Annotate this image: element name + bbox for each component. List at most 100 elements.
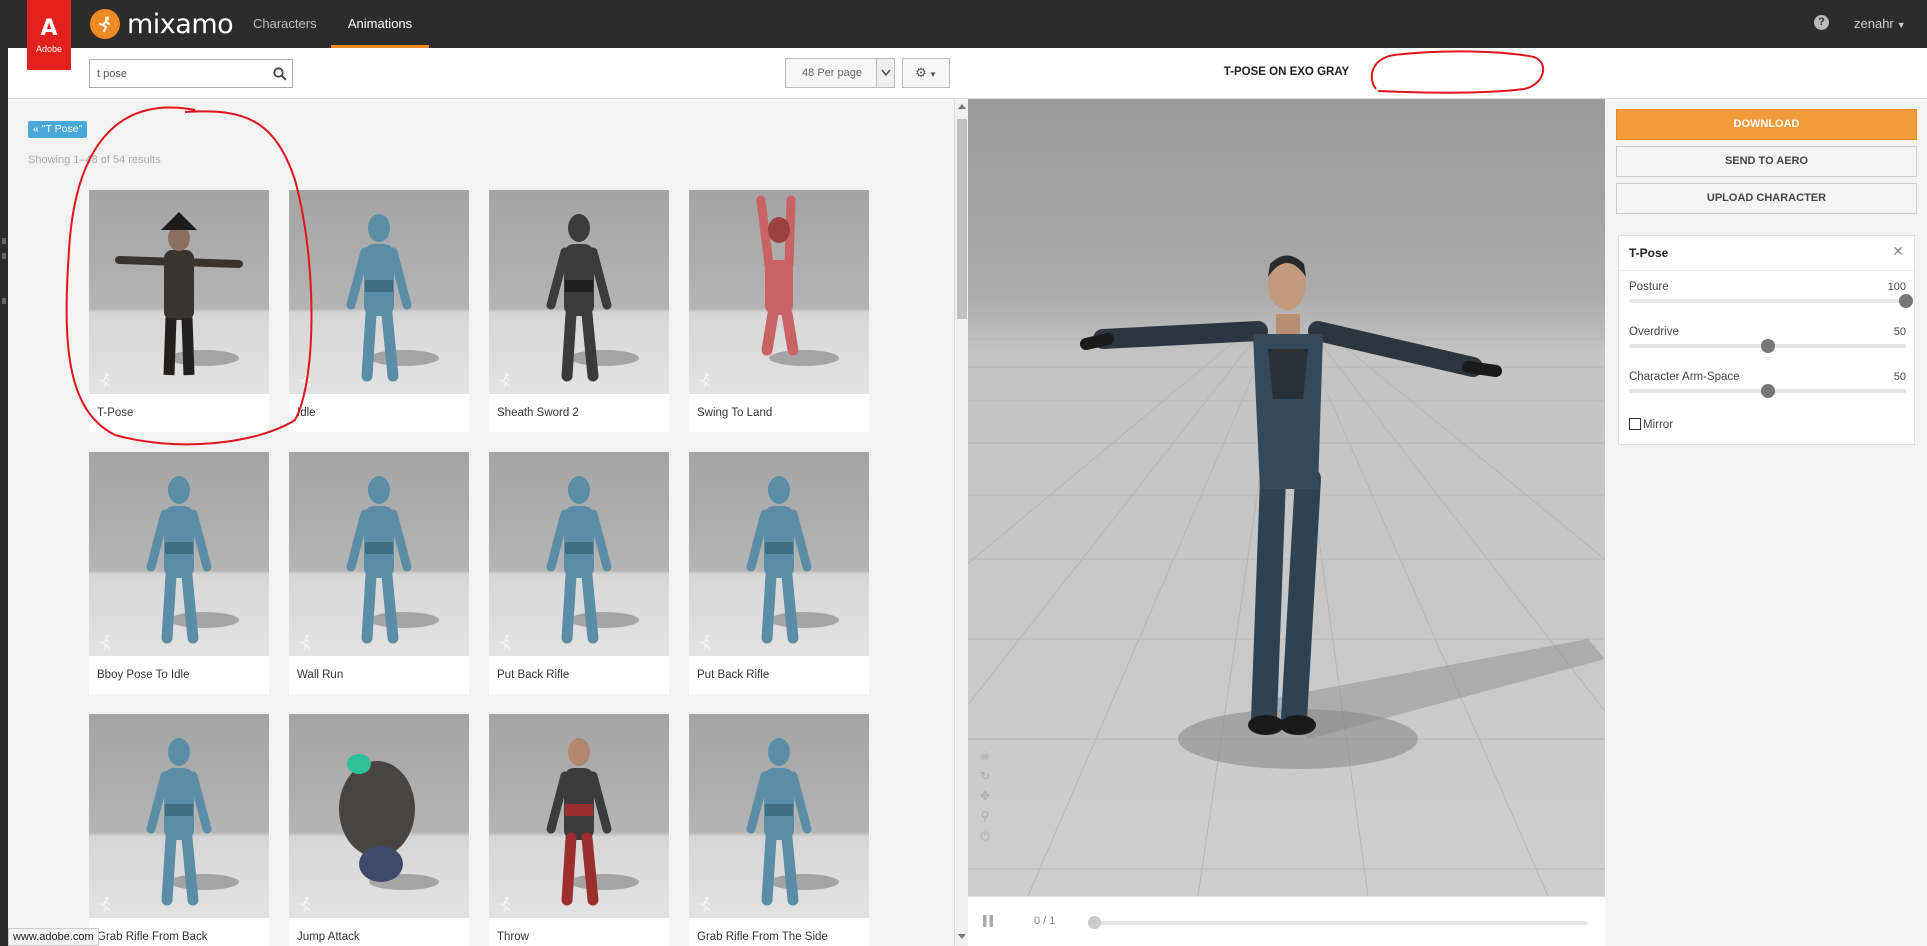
tab-characters[interactable]: Characters	[253, 0, 317, 48]
mirror-checkbox[interactable]: Mirror	[1629, 418, 1673, 431]
slider-posture[interactable]: Posture 100	[1629, 281, 1913, 321]
upload-character-button[interactable]: UPLOAD CHARACTER	[1616, 183, 1917, 214]
slider-track[interactable]	[1629, 339, 1906, 353]
user-menu[interactable]: zenahr ▼	[1854, 0, 1906, 48]
running-man-icon	[99, 634, 110, 650]
adobe-logo[interactable]: A Adobe	[27, 0, 71, 70]
per-page-select[interactable]: 48 Per page	[785, 58, 895, 88]
chevron-down-icon[interactable]	[876, 59, 894, 87]
character-model	[1080, 255, 1502, 735]
animation-card[interactable]: Grab Rifle From The Side	[689, 714, 869, 946]
animation-thumbnail[interactable]	[89, 190, 269, 394]
animation-card[interactable]: Swing To Land	[689, 190, 869, 432]
help-icon[interactable]: ?	[1814, 15, 1829, 30]
chevron-down-icon: ▼	[1896, 20, 1906, 30]
animation-card-label: Grab Rifle From Back	[97, 931, 208, 943]
animation-card[interactable]: Jump Attack	[289, 714, 469, 946]
running-man-icon	[699, 896, 710, 912]
results-count: Showing 1–48 of 54 results	[28, 154, 161, 166]
scrollbar[interactable]	[954, 99, 968, 946]
checkbox-icon[interactable]	[1629, 418, 1641, 430]
animation-thumbnail[interactable]	[689, 714, 869, 918]
close-icon[interactable]: ✕	[1892, 243, 1904, 260]
animation-card-label: Wall Run	[297, 669, 344, 681]
animation-card[interactable]: Throw	[489, 714, 669, 946]
top-nav: mixamo Characters Animations ? zenahr ▼	[0, 0, 1927, 48]
pan-icon[interactable]: ✥	[978, 789, 992, 803]
pause-icon	[983, 915, 993, 927]
viewport-tools: ☠ ↻ ✥ ⚲ ⏻	[978, 749, 992, 849]
viewer-header: T-POSE ON EXO GRAY	[968, 48, 1927, 99]
animation-thumbnail[interactable]	[489, 714, 669, 918]
running-man-icon	[299, 896, 310, 912]
slider-value: 50	[1893, 371, 1906, 383]
animation-thumbnail[interactable]	[489, 452, 669, 656]
search-input[interactable]	[89, 59, 269, 88]
playback-bar: 0 / 1	[968, 896, 1605, 946]
animation-thumbnail[interactable]	[289, 452, 469, 656]
animation-card[interactable]: Bboy Pose To Idle	[89, 452, 269, 694]
animation-thumbnail[interactable]	[89, 452, 269, 656]
animation-thumbnail[interactable]	[689, 452, 869, 656]
animation-thumbnail[interactable]	[489, 190, 669, 394]
animation-card-label: Idle	[297, 407, 316, 419]
running-man-icon	[499, 634, 510, 650]
slider-value: 50	[1893, 326, 1906, 338]
character-preview	[756, 195, 799, 356]
animation-browser: 48 Per page ⚙ ▼ « "T Pose" Showing 1–48 …	[8, 48, 968, 946]
character-preview	[146, 738, 212, 906]
character-preview	[546, 214, 612, 382]
mixamo-logo[interactable]: mixamo	[90, 6, 234, 42]
slider-value: 100	[1887, 281, 1906, 293]
character-preview	[146, 476, 212, 644]
slider-track[interactable]	[1629, 294, 1913, 308]
slider-knob[interactable]	[1760, 339, 1775, 353]
slider-overdrive[interactable]: Overdrive 50	[1629, 326, 1906, 366]
animation-thumbnail[interactable]	[289, 190, 469, 394]
per-page-value: 48 Per page	[802, 67, 862, 79]
animation-card-label: Grab Rifle From The Side	[697, 931, 828, 943]
running-man-icon	[699, 372, 710, 388]
animation-card[interactable]: Grab Rifle From Back	[89, 714, 269, 946]
search-button[interactable]	[269, 59, 293, 88]
character-preview	[339, 754, 415, 882]
running-man-icon	[99, 896, 110, 912]
slider-character-arm-space[interactable]: Character Arm-Space 50	[1629, 371, 1906, 411]
options-panel: DOWNLOAD SEND TO AERO UPLOAD CHARACTER T…	[1605, 99, 1927, 946]
zoom-icon[interactable]: ⚲	[978, 809, 992, 823]
character-preview	[115, 212, 243, 376]
user-name: zenahr	[1854, 16, 1894, 31]
mirror-label: Mirror	[1643, 419, 1674, 431]
slider-label: Overdrive	[1629, 326, 1679, 338]
timeline-scrubber[interactable]	[1088, 916, 1588, 929]
slider-track[interactable]	[1629, 384, 1906, 398]
tab-animations[interactable]: Animations	[331, 0, 429, 48]
caret-down-icon: ▼	[926, 70, 937, 79]
download-button[interactable]: DOWNLOAD	[1616, 109, 1917, 140]
animation-thumbnail[interactable]	[89, 714, 269, 918]
animation-card[interactable]: T-Pose	[89, 190, 269, 432]
timeline-knob[interactable]	[1088, 916, 1101, 929]
settings-dropdown-button[interactable]: ⚙ ▼	[902, 58, 950, 88]
animation-card[interactable]: Sheath Sword 2	[489, 190, 669, 432]
animation-card[interactable]: Idle	[289, 190, 469, 432]
pause-button[interactable]	[980, 913, 996, 929]
animation-card[interactable]: Put Back Rifle	[689, 452, 869, 694]
scroll-up-icon	[958, 104, 966, 109]
active-filter-tag[interactable]: « "T Pose"	[28, 121, 88, 138]
slider-knob[interactable]	[1760, 384, 1775, 398]
character-preview	[546, 738, 612, 906]
slider-knob[interactable]	[1899, 294, 1913, 308]
animation-card[interactable]: Wall Run	[289, 452, 469, 694]
animation-card[interactable]: Put Back Rifle	[489, 452, 669, 694]
adobe-glyph: A	[40, 16, 58, 41]
3d-viewport[interactable]: ☠ ↻ ✥ ⚲ ⏻	[968, 99, 1605, 896]
rotate-icon[interactable]: ↻	[978, 769, 992, 783]
send-to-aero-button[interactable]: SEND TO AERO	[1616, 146, 1917, 177]
animation-thumbnail[interactable]	[689, 190, 869, 394]
brand-name: mixamo	[127, 8, 234, 40]
skeleton-icon[interactable]: ☠	[978, 749, 992, 763]
scrollbar-thumb[interactable]	[957, 119, 967, 319]
power-icon[interactable]: ⏻	[978, 829, 992, 843]
animation-thumbnail[interactable]	[289, 714, 469, 918]
